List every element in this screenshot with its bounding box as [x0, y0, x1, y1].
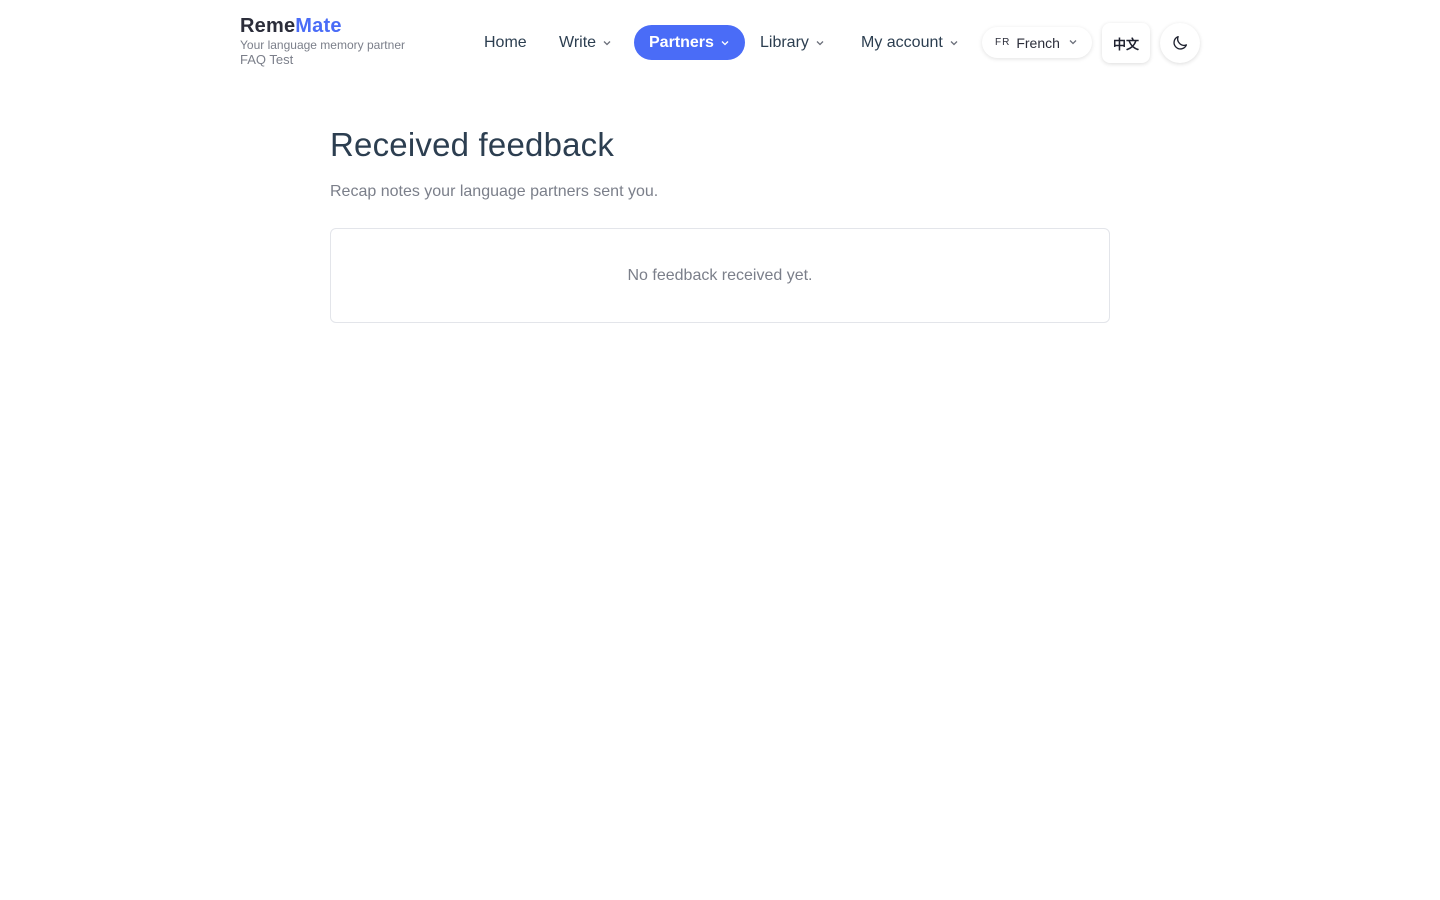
brand-logo-text[interactable]: RemeMate	[240, 16, 405, 36]
chevron-down-icon	[1069, 40, 1077, 45]
chevron-down-icon	[721, 40, 729, 45]
page-subtitle: Recap notes your language partners sent …	[330, 183, 659, 200]
nav-write-label: Write	[559, 33, 597, 51]
theme-toggle-button[interactable]	[1160, 23, 1200, 63]
nav-library-label: Library	[760, 33, 809, 51]
language-code: FR	[995, 37, 1011, 48]
empty-state-card: No feedback received yet.	[330, 228, 1110, 323]
chevron-down-icon	[950, 40, 958, 45]
moon-icon	[1173, 35, 1188, 50]
nav-partners-label: Partners	[649, 33, 714, 51]
interface-language-toggle[interactable]: 中文	[1102, 23, 1150, 63]
language-select[interactable]: FR French	[982, 27, 1092, 58]
nav-write[interactable]: Write	[559, 25, 612, 60]
empty-state-message: No feedback received yet.	[627, 266, 813, 284]
nav-home[interactable]: Home	[484, 25, 527, 60]
brand-name-part2: Mate	[295, 15, 342, 37]
brand-tagline: Your language memory partner	[240, 38, 405, 52]
chevron-down-icon	[603, 40, 611, 45]
current-user-name: FAQ Test	[240, 52, 294, 67]
nav-library[interactable]: Library	[760, 25, 825, 60]
page-title: Received feedback	[330, 126, 615, 163]
nav-partners[interactable]: Partners	[634, 25, 745, 60]
top-header: RemeMate Your language memory partner FA…	[0, 0, 1440, 86]
nav-my-account-label: My account	[861, 33, 943, 51]
language-label: French	[1016, 34, 1060, 51]
nav-my-account[interactable]: My account	[861, 25, 959, 60]
brand[interactable]: RemeMate Your language memory partner FA…	[240, 16, 405, 66]
main-content: Received feedback Recap notes your langu…	[330, 126, 1110, 323]
nav-home-label: Home	[484, 33, 527, 51]
chevron-down-icon	[816, 40, 824, 45]
brand-name-part1: Reme	[240, 15, 296, 37]
